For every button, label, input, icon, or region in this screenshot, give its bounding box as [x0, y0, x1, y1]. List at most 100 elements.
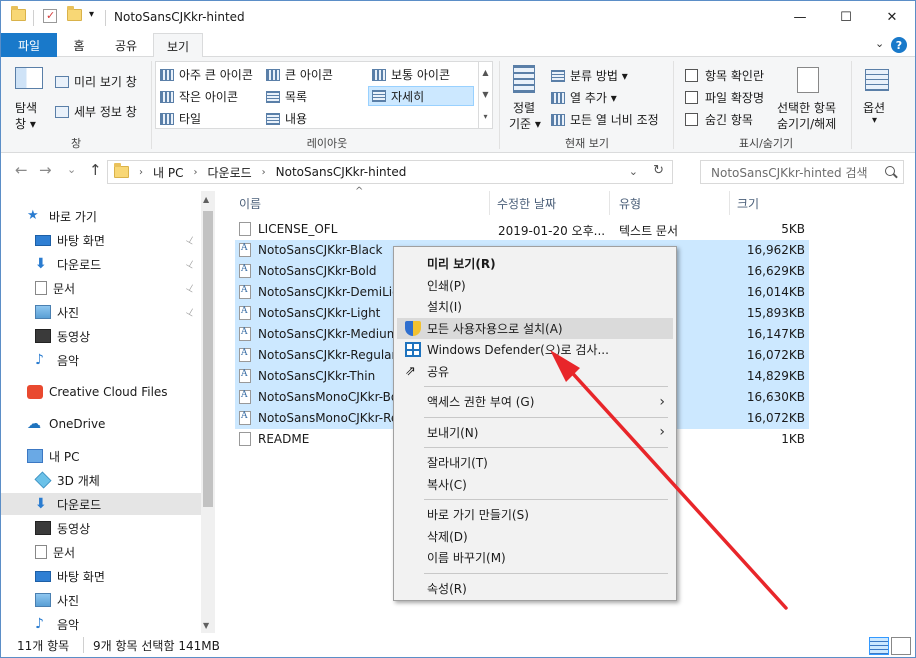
properties-icon[interactable]: ✓ [43, 9, 57, 23]
navigation-pane-button[interactable]: 탐색 [15, 99, 37, 116]
menu-item[interactable]: 액세스 권한 부여 (G) › [397, 391, 673, 412]
item-count: 11개 항목 [17, 639, 70, 653]
collapse-ribbon-button[interactable]: ⌄ [875, 37, 884, 50]
nav-item-0[interactable]: ★ 바로 가기 [1, 205, 201, 227]
tab-file[interactable]: 파일 [1, 33, 57, 57]
menu-item[interactable]: 설치(I) [397, 296, 673, 317]
layout-details[interactable]: 자세히 [368, 86, 474, 106]
hidden-items-toggle[interactable]: 숨긴 항목 [685, 111, 753, 128]
maximize-button[interactable]: ☐ [823, 1, 869, 33]
column-header-modified[interactable]: 수정한 날짜 [497, 191, 556, 215]
font-file-icon [239, 264, 251, 278]
close-button[interactable]: ✕ [869, 1, 915, 33]
nav-item-4[interactable]: 사진 ⊥ [1, 301, 201, 323]
add-columns-button[interactable]: 열 추가 ▾ [551, 89, 617, 106]
breadcrumb-current-folder[interactable]: NotoSansCJKkr-hinted [276, 165, 407, 179]
address-dropdown-button[interactable]: ⌄ [629, 165, 638, 178]
sort-by-button[interactable]: 정렬 [513, 99, 535, 116]
file-extensions-toggle[interactable]: 파일 확장명 [685, 89, 764, 106]
up-button[interactable]: ↑ [89, 161, 102, 179]
context-menu: 미리 보기(R) 인쇄(P) 설치(I) 모든 사용자용으로 설치(A) Windows… [393, 246, 677, 601]
layout-gallery-scroll[interactable]: ▲ ▼ ▾ [478, 62, 492, 128]
column-header-name[interactable]: 이름 [239, 191, 261, 215]
nav-item-7[interactable]: Creative Cloud Files [1, 381, 201, 403]
menu-item[interactable]: 삭제(D) [397, 526, 673, 547]
preview-pane-button[interactable]: 미리 보기 창 [55, 73, 137, 90]
large-icons-view-button[interactable] [891, 637, 911, 655]
layout-extra-large-icons[interactable]: 아주 큰 아이콘 [160, 66, 253, 83]
nav-item-12[interactable]: 동영상 [1, 517, 201, 539]
menu-item[interactable]: 이름 바꾸기(M) [397, 547, 673, 568]
menu-item[interactable]: 복사(C) [397, 474, 673, 495]
menu-item[interactable]: 속성(R) [397, 578, 673, 599]
nav-item-9[interactable]: 내 PC [1, 445, 201, 467]
nav-item-8[interactable]: ☁ OneDrive [1, 413, 201, 435]
nav-item-11[interactable]: ⬇ 다운로드 [1, 493, 201, 515]
back-button[interactable]: ← [15, 161, 28, 179]
nav-item-16[interactable]: ♪ 음악 [1, 613, 201, 635]
file-size: 5KB [781, 222, 805, 236]
search-input[interactable]: NotoSansCJKkr-hinted 검색 [700, 160, 904, 184]
menu-item[interactable]: 미리 보기(R) [397, 253, 673, 274]
column-header-type[interactable]: 유형 [619, 191, 641, 215]
nav-item-14[interactable]: 바탕 화면 [1, 565, 201, 587]
address-bar[interactable]: › 내 PC › 다운로드 › NotoSansCJKkr-hinted ⌄ ↻ [107, 160, 673, 184]
customize-toolbar-icon[interactable]: ▾ [89, 9, 94, 20]
navigation-pane-button-line2[interactable]: 창 ▾ [15, 115, 36, 132]
tab-view[interactable]: 보기 [153, 33, 203, 58]
options-dropdown-arrow[interactable]: ▾ [872, 115, 877, 126]
nav-item-2[interactable]: ⬇ 다운로드 ⊥ [1, 253, 201, 275]
nav-item-15[interactable]: 사진 [1, 589, 201, 611]
menu-item[interactable]: ⇗ 공유 [397, 361, 673, 382]
new-folder-icon[interactable] [67, 6, 82, 21]
nav-scrollbar[interactable]: ▲ ▼ [201, 191, 215, 633]
navigation-pane: ★ 바로 가기 바탕 화면 ⊥ ⬇ 다운로드 ⊥ 문서 ⊥ 사진 ⊥ 동영상 ♪ 음악 Creative C… [1, 191, 215, 633]
tab-share[interactable]: 공유 [105, 33, 147, 57]
status-bar: 11개 항목 9개 항목 선택함 141MB [1, 633, 915, 657]
file-row[interactable]: LICENSE_OFL 2019-01-20 오후... 텍스트 문서 5KB [235, 219, 809, 240]
breadcrumb-this-pc[interactable]: 내 PC [153, 164, 183, 181]
layout-small-icons[interactable]: 작은 아이콘 [160, 88, 238, 105]
nav-item-label: 다운로드 [57, 257, 102, 272]
file-name: NotoSansCJKkr-DemiLight [258, 285, 408, 299]
tab-home[interactable]: 홈 [59, 33, 99, 57]
nav-item-6[interactable]: ♪ 음악 [1, 349, 201, 371]
group-by-button[interactable]: 분류 방법 ▾ [551, 67, 628, 84]
nav-item-1[interactable]: 바탕 화면 ⊥ [1, 229, 201, 251]
help-icon[interactable]: ? [891, 37, 907, 53]
details-pane-button[interactable]: 세부 정보 창 [55, 103, 137, 120]
breadcrumb-downloads[interactable]: 다운로드 [207, 164, 251, 181]
layout-medium-icons[interactable]: 보통 아이콘 [372, 66, 450, 83]
nav-item-13[interactable]: 문서 [1, 541, 201, 563]
file-size: 15,893KB [746, 306, 805, 320]
nav-item-label: 내 PC [49, 449, 80, 464]
layout-list[interactable]: 목록 [266, 88, 307, 105]
nav-item-3[interactable]: 문서 ⊥ [1, 277, 201, 299]
refresh-button[interactable]: ↻ [653, 163, 664, 178]
minimize-button[interactable]: — [777, 1, 823, 33]
fit-columns-button[interactable]: 모든 열 너비 조정 [551, 111, 659, 128]
layout-large-icons[interactable]: 큰 아이콘 [266, 66, 333, 83]
menu-item[interactable]: Windows Defender(으)로 검사... [397, 339, 673, 360]
options-button[interactable]: 옵션 [863, 99, 885, 116]
nav-item-5[interactable]: 동영상 [1, 325, 201, 347]
menu-item-label: 설치(I) [427, 300, 462, 314]
shield-icon [405, 320, 421, 336]
menu-item[interactable]: 보내기(N) › [397, 422, 673, 443]
hide-selected-button-line2[interactable]: 숨기기/해제 [777, 115, 836, 132]
menu-item[interactable]: 인쇄(P) [397, 275, 673, 296]
hide-selected-button[interactable]: 선택한 항목 [777, 99, 836, 116]
layout-content[interactable]: 내용 [266, 110, 307, 127]
column-header-size[interactable]: 크기 [737, 191, 759, 215]
item-checkboxes-toggle[interactable]: 항목 확인란 [685, 67, 764, 84]
details-view-button[interactable] [869, 637, 889, 655]
layout-tiles[interactable]: 타일 [160, 110, 201, 127]
menu-item[interactable]: 모든 사용자용으로 설치(A) [397, 317, 673, 339]
menu-item[interactable]: 바로 가기 만들기(S) [397, 504, 673, 525]
video-icon [35, 329, 51, 343]
nav-item-10[interactable]: 3D 개체 [1, 469, 201, 491]
forward-button[interactable]: → [39, 161, 52, 179]
sort-by-button-line2[interactable]: 기준 ▾ [509, 115, 541, 132]
menu-item[interactable]: 잘라내기(T) [397, 452, 673, 473]
recent-locations-button[interactable]: ⌄ [67, 163, 76, 176]
